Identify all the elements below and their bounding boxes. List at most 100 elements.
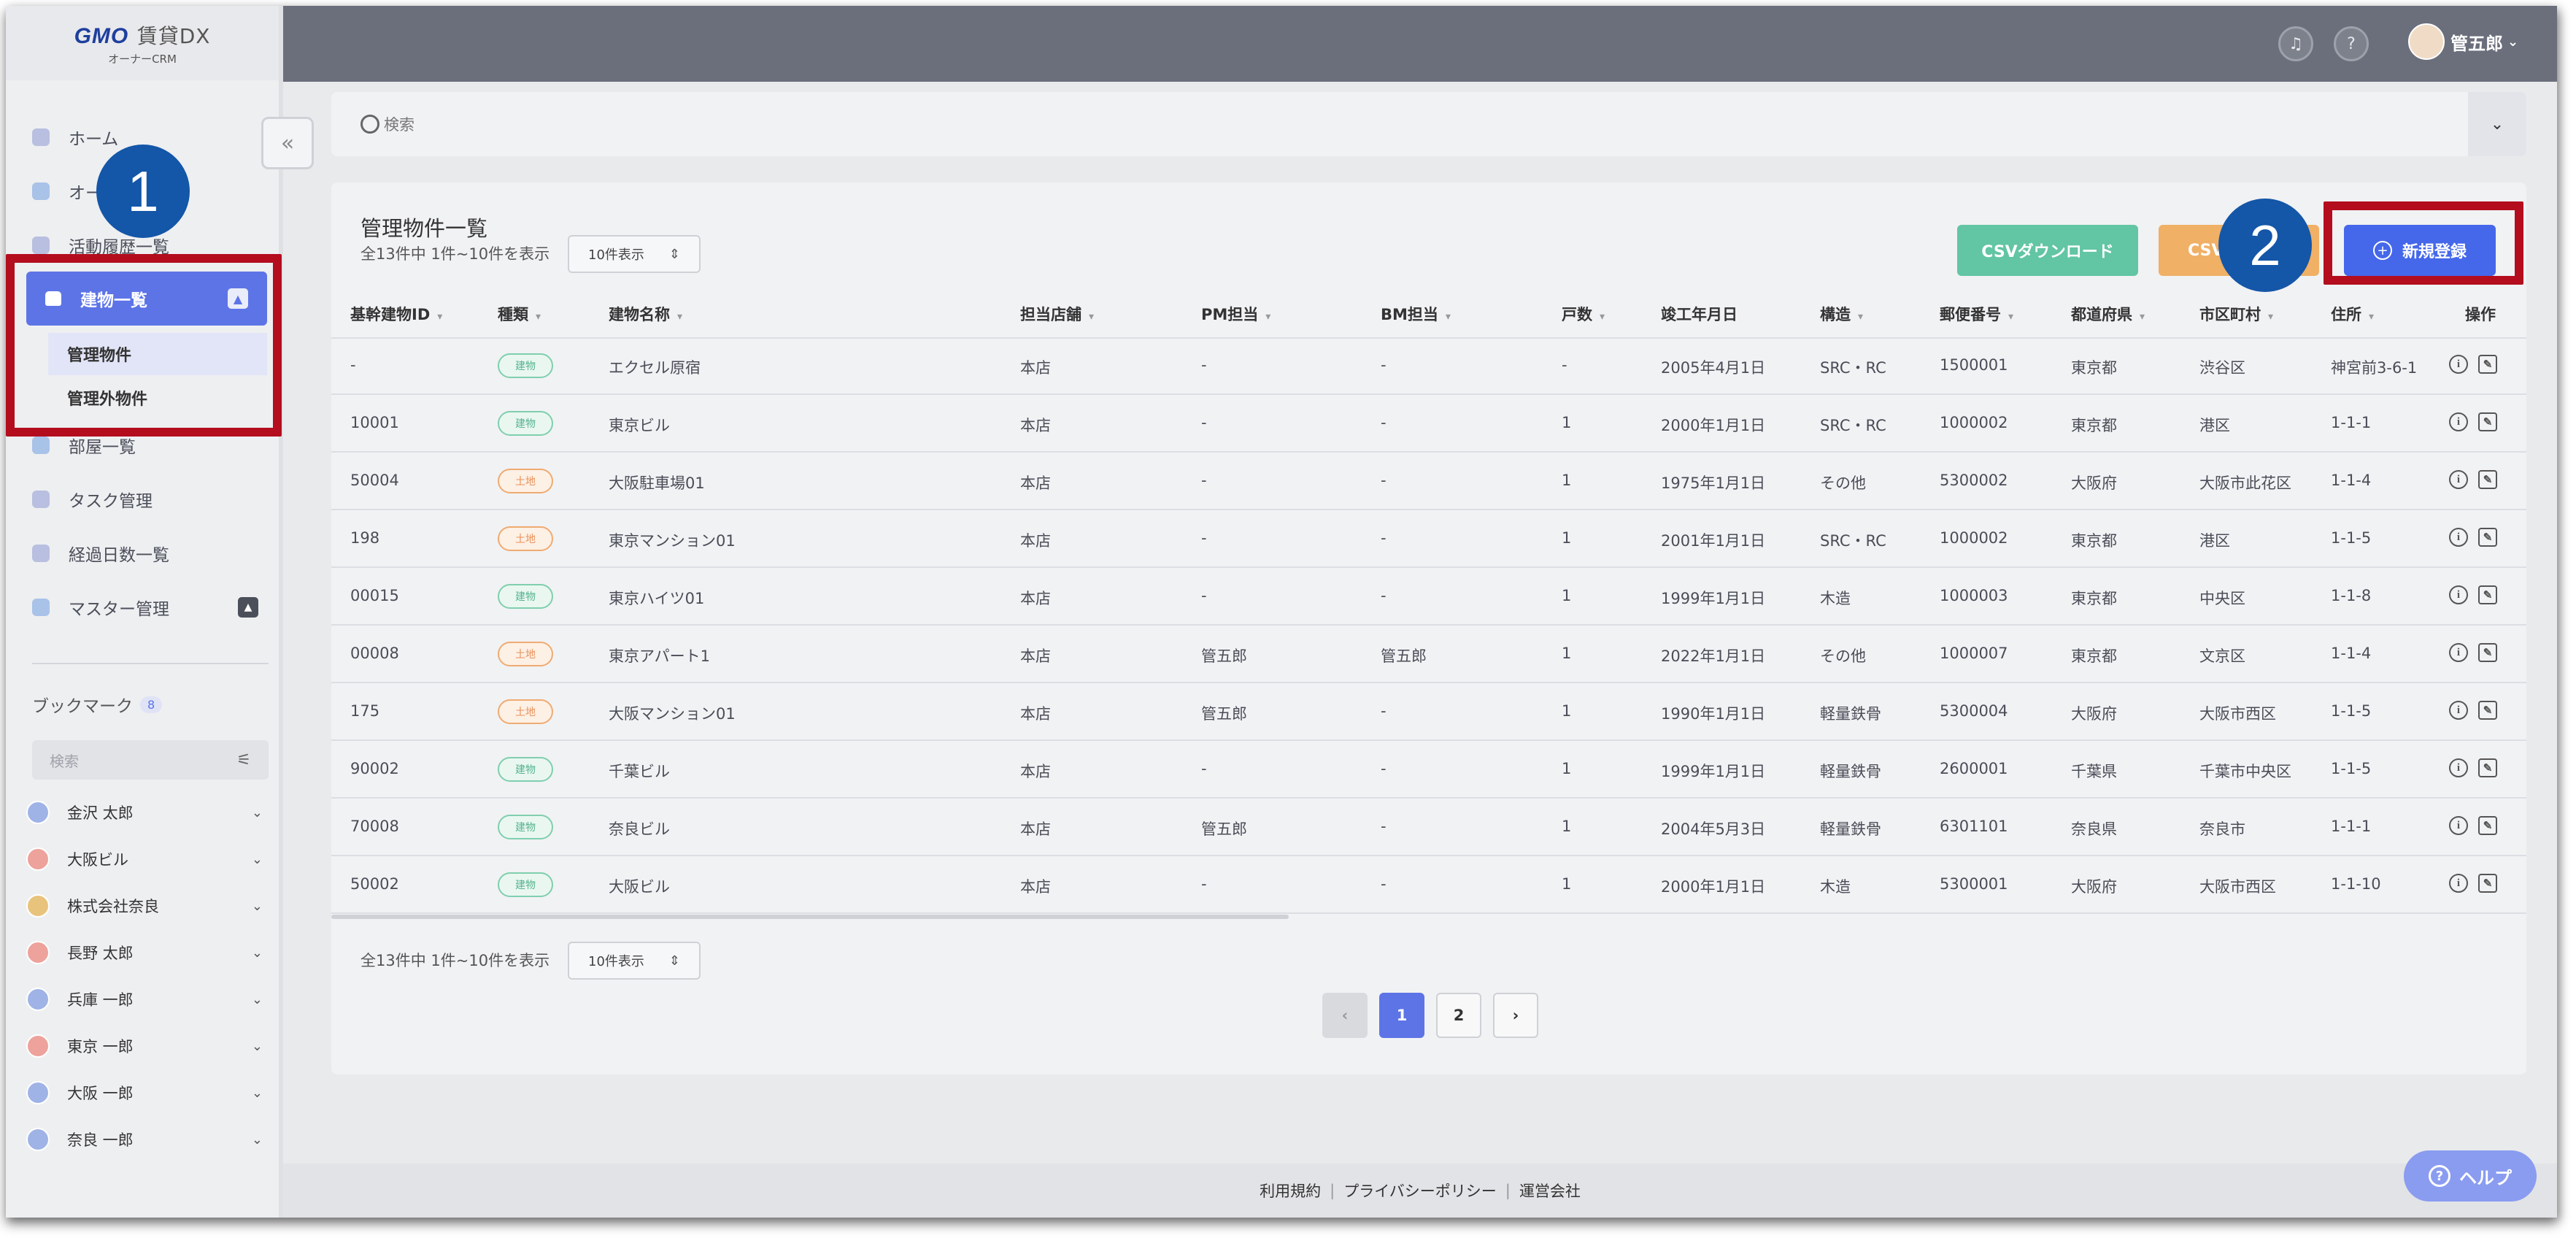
- column-header[interactable]: 郵便番号 ▾: [1940, 303, 2013, 325]
- terms-link[interactable]: 利用規約: [1260, 1180, 1321, 1202]
- sort-icon[interactable]: ▾: [2268, 311, 2273, 323]
- horizontal-scrollbar[interactable]: [331, 915, 1289, 919]
- table-row[interactable]: 10001 建物 東京ビル 本店 - - 1 2000年1月1日 SRC・RC 1000002 東京…: [331, 395, 2526, 453]
- info-icon[interactable]: i: [2449, 412, 2468, 431]
- sort-icon[interactable]: ▾: [1600, 311, 1605, 323]
- sort-icon[interactable]: ▾: [2008, 311, 2013, 323]
- row-actions: i ✎: [2449, 874, 2497, 893]
- sort-icon[interactable]: ▾: [677, 311, 682, 323]
- bookmark-item[interactable]: 金沢 太郎 ⌄: [26, 794, 269, 831]
- column-header[interactable]: 市区町村 ▾: [2199, 303, 2273, 325]
- table-row[interactable]: 00008 土地 東京アパート1 本店 管五郎 管五郎 1 2022年1月1日 その他 10000…: [331, 626, 2526, 683]
- table-row[interactable]: 50004 土地 大阪駐車場01 本店 - - 1 1975年1月1日 その他 5300002 大阪…: [331, 453, 2526, 510]
- table-row[interactable]: 70008 建物 奈良ビル 本店 管五郎 - 1 2004年5月3日 軽量鉄骨 6301101 奈良…: [331, 799, 2526, 856]
- table-row[interactable]: 198 土地 東京マンション01 本店 - - 1 2001年1月1日 SRC・RC 100000…: [331, 510, 2526, 568]
- pagination-page-1[interactable]: 1: [1379, 993, 1424, 1038]
- question-icon[interactable]: ?: [2334, 26, 2369, 61]
- collapse-sidebar-button[interactable]: «: [261, 117, 314, 169]
- info-icon[interactable]: i: [2449, 874, 2468, 893]
- column-header[interactable]: 構造 ▾: [1820, 303, 1863, 325]
- chevron-down-icon[interactable]: ⌄: [252, 1085, 263, 1101]
- sort-icon[interactable]: ▾: [1089, 311, 1094, 323]
- chevron-down-icon[interactable]: ⌄: [252, 899, 263, 914]
- pagination-prev-button[interactable]: ‹: [1322, 993, 1368, 1038]
- row-actions: i ✎: [2449, 758, 2497, 777]
- column-header[interactable]: 担当店舗 ▾: [1020, 303, 1094, 325]
- edit-icon[interactable]: ✎: [2478, 816, 2497, 835]
- edit-icon[interactable]: ✎: [2478, 355, 2497, 374]
- privacy-link[interactable]: プライバシーポリシー: [1343, 1180, 1497, 1202]
- table-row[interactable]: - 建物 エクセル原宿 本店 - - - 2005年4月1日 SRC・RC 1500001 東京都 渋…: [331, 337, 2526, 395]
- column-header[interactable]: BM担当 ▾: [1381, 303, 1451, 325]
- sort-icon[interactable]: ▾: [437, 311, 442, 323]
- sort-icon[interactable]: ▾: [2140, 311, 2145, 323]
- bookmark-item[interactable]: 大阪 一郎 ⌄: [26, 1074, 269, 1111]
- per-page-select-bottom[interactable]: 10件表示 ⇕: [568, 942, 701, 980]
- column-header[interactable]: 基幹建物ID ▾: [350, 303, 442, 325]
- column-header[interactable]: 建物名称 ▾: [609, 303, 682, 325]
- filter-icon[interactable]: ⚟: [236, 751, 251, 769]
- info-icon[interactable]: i: [2449, 643, 2468, 662]
- bookmark-item[interactable]: 長野 太郎 ⌄: [26, 934, 269, 971]
- info-icon[interactable]: i: [2449, 816, 2468, 835]
- column-header[interactable]: PM担当 ▾: [1201, 303, 1270, 325]
- info-icon[interactable]: i: [2449, 528, 2468, 547]
- help-button[interactable]: ? ヘルプ: [2404, 1150, 2537, 1202]
- column-header[interactable]: 住所 ▾: [2331, 303, 2374, 325]
- info-icon[interactable]: i: [2449, 758, 2468, 777]
- nav-elapsed-days[interactable]: 経過日数一覧: [32, 531, 169, 575]
- logo[interactable]: GMO 賃貸DX オーナーCRM: [6, 6, 279, 80]
- edit-icon[interactable]: ✎: [2478, 643, 2497, 662]
- table-row[interactable]: 175 土地 大阪マンション01 本店 管五郎 - 1 1990年1月1日 軽量鉄骨 530000…: [331, 683, 2526, 741]
- search-bar[interactable]: 検索 ⌄: [331, 92, 2526, 156]
- user-menu[interactable]: 管五郎 ⌄: [2408, 23, 2518, 60]
- bell-icon[interactable]: ♫: [2278, 26, 2313, 61]
- edit-icon[interactable]: ✎: [2478, 758, 2497, 777]
- table-row[interactable]: 90002 建物 千葉ビル 本店 - - 1 1999年1月1日 軽量鉄骨 2600001 千葉県 千…: [331, 741, 2526, 799]
- sort-icon[interactable]: ▾: [1858, 311, 1863, 323]
- bookmark-item[interactable]: 兵庫 一郎 ⌄: [26, 981, 269, 1018]
- chevron-down-icon[interactable]: ⌄: [252, 1132, 263, 1147]
- nav-master[interactable]: マスター管理 ▲: [32, 585, 258, 629]
- search-expand-button[interactable]: ⌄: [2468, 92, 2526, 156]
- chevron-down-icon[interactable]: ⌄: [252, 1039, 263, 1054]
- info-icon[interactable]: i: [2449, 355, 2468, 374]
- column-header[interactable]: 種類 ▾: [498, 303, 541, 325]
- cell-date: 1990年1月1日: [1661, 705, 1766, 723]
- column-header[interactable]: 戸数 ▾: [1562, 303, 1605, 325]
- pagination-next-button[interactable]: ›: [1493, 993, 1538, 1038]
- chevron-up-icon[interactable]: ▲: [238, 597, 258, 618]
- pagination-page-2[interactable]: 2: [1436, 993, 1481, 1038]
- info-icon[interactable]: i: [2449, 701, 2468, 720]
- edit-icon[interactable]: ✎: [2478, 470, 2497, 489]
- sort-icon[interactable]: ▾: [1265, 311, 1270, 323]
- chevron-down-icon[interactable]: ⌄: [252, 992, 263, 1007]
- bookmark-item[interactable]: 東京 一郎 ⌄: [26, 1028, 269, 1064]
- info-icon[interactable]: i: [2449, 470, 2468, 489]
- table-row[interactable]: 00015 建物 東京ハイツ01 本店 - - 1 1999年1月1日 木造 1000003 東京都…: [331, 568, 2526, 626]
- sort-icon[interactable]: ▾: [2369, 311, 2374, 323]
- bookmark-item[interactable]: 奈良 一郎 ⌄: [26, 1121, 269, 1158]
- bookmark-item[interactable]: 株式会社奈良 ⌄: [26, 888, 269, 924]
- table-row[interactable]: 50002 建物 大阪ビル 本店 - - 1 2000年1月1日 木造 5300001 大阪府 大阪市…: [331, 856, 2526, 914]
- info-icon[interactable]: i: [2449, 585, 2468, 604]
- column-header[interactable]: 都道府県 ▾: [2071, 303, 2145, 325]
- chevron-down-icon[interactable]: ⌄: [252, 945, 263, 961]
- column-header[interactable]: 竣工年月日: [1661, 303, 1738, 325]
- sort-icon[interactable]: ▾: [1446, 311, 1451, 323]
- edit-icon[interactable]: ✎: [2478, 874, 2497, 893]
- edit-icon[interactable]: ✎: [2478, 412, 2497, 431]
- bookmark-search-input[interactable]: 検索 ⚟: [32, 740, 269, 780]
- nav-tasks[interactable]: タスク管理: [32, 477, 153, 521]
- chevron-down-icon[interactable]: ⌄: [252, 852, 263, 867]
- edit-icon[interactable]: ✎: [2478, 701, 2497, 720]
- bookmark-item[interactable]: 大阪ビル ⌄: [26, 841, 269, 877]
- edit-icon[interactable]: ✎: [2478, 585, 2497, 604]
- csv-download-button[interactable]: CSVダウンロード: [1957, 225, 2138, 276]
- edit-icon[interactable]: ✎: [2478, 528, 2497, 547]
- sort-icon[interactable]: ▾: [536, 311, 541, 323]
- nav-home[interactable]: ホーム: [32, 115, 118, 159]
- company-link[interactable]: 運営会社: [1519, 1180, 1581, 1202]
- chevron-down-icon[interactable]: ⌄: [252, 805, 263, 820]
- per-page-select[interactable]: 10件表示 ⇕: [568, 235, 701, 273]
